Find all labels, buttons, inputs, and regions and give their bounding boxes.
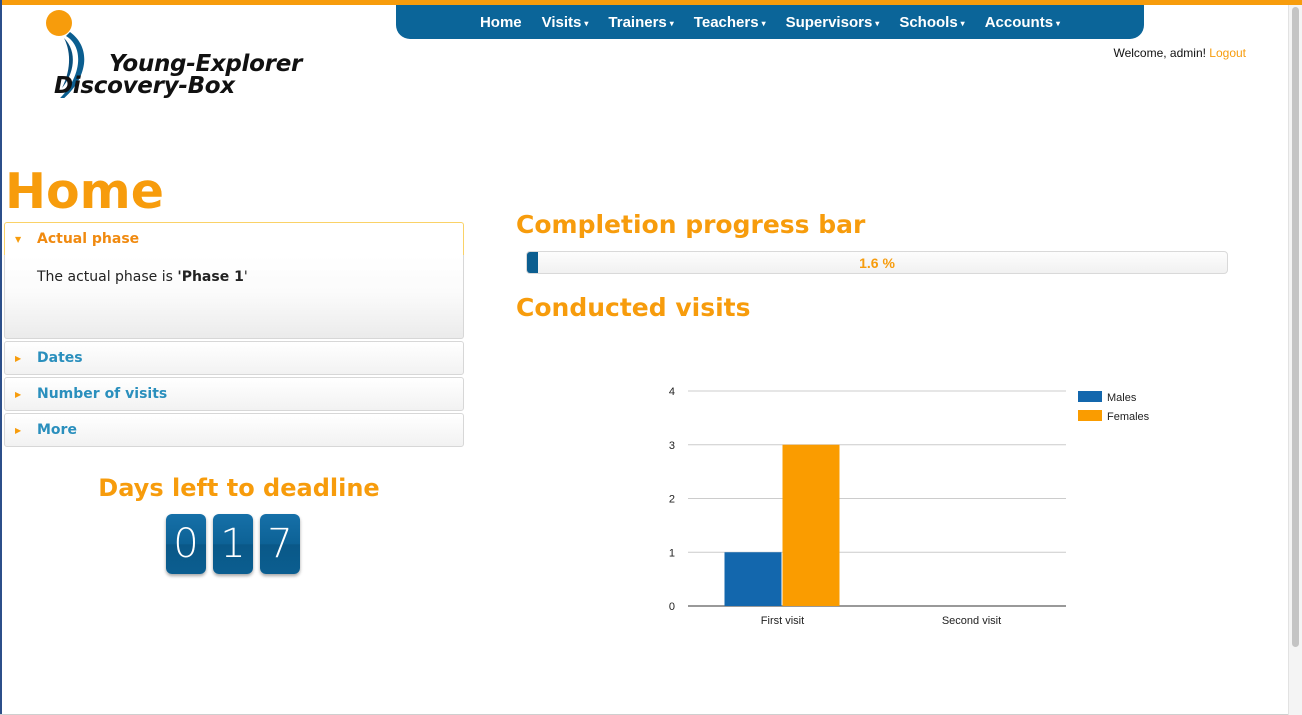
- legend-label: Females: [1107, 411, 1150, 423]
- main-navbar: Home Visits ▾ Trainers ▾ Teachers ▾ Supervi…: [396, 5, 1144, 39]
- nav-visits-label: Visits: [541, 13, 582, 31]
- triangle-right-icon: ▶: [15, 425, 22, 435]
- y-tick-label: 2: [669, 494, 675, 506]
- accordion-header-actual-phase[interactable]: ▼ Actual phase: [4, 222, 464, 255]
- deadline-title: Days left to deadline: [98, 474, 380, 502]
- progress-label: 1.6 %: [859, 254, 895, 271]
- accordion-header-more[interactable]: ▶ More: [4, 413, 464, 447]
- triangle-down-icon: ▼: [15, 234, 22, 244]
- legend-label: Males: [1107, 392, 1137, 404]
- nav-teachers-label: Teachers: [693, 13, 759, 31]
- accordion-panel-actual-phase: The actual phase is 'Phase 1': [4, 255, 464, 339]
- completion-progress-bar: 1.6 %: [526, 251, 1228, 274]
- nav-home[interactable]: Home: [470, 14, 532, 31]
- chevron-down-icon: ▾: [1056, 19, 1061, 28]
- nav-teachers[interactable]: Teachers ▾: [684, 14, 776, 31]
- counter-digit: 0: [166, 514, 206, 574]
- logo-text-line2: Discovery-Box: [54, 73, 235, 99]
- legend-swatch: [1078, 391, 1102, 402]
- nav-accounts-label: Accounts: [984, 13, 1054, 31]
- nav-trainers[interactable]: Trainers ▾: [598, 14, 683, 31]
- progress-title: Completion progress bar: [516, 210, 866, 239]
- phase-value: 'Phase 1: [177, 269, 243, 285]
- accordion-header-dates[interactable]: ▶ Dates: [4, 341, 464, 375]
- y-tick-label: 3: [669, 440, 675, 452]
- chevron-down-icon: ▾: [584, 19, 589, 28]
- visits-title: Conducted visits: [516, 293, 751, 322]
- page-title: Home: [5, 163, 164, 220]
- bar-females: [782, 444, 840, 606]
- accordion-header-number-of-visits[interactable]: ▶ Number of visits: [4, 377, 464, 411]
- deadline-counter: 0 1 7: [166, 514, 300, 574]
- y-tick-label: 0: [669, 601, 675, 613]
- x-tick-label: First visit: [761, 615, 804, 627]
- phase-quote-close: ': [243, 269, 248, 285]
- triangle-right-icon: ▶: [15, 353, 22, 363]
- chevron-down-icon: ▾: [669, 19, 674, 28]
- window-left-edge: [0, 0, 2, 715]
- accordion-label: Actual phase: [37, 231, 140, 247]
- scrollbar-thumb[interactable]: [1292, 7, 1299, 647]
- nav-trainers-label: Trainers: [608, 13, 667, 31]
- x-tick-label: Second visit: [942, 615, 1001, 627]
- info-accordion: ▼ Actual phase The actual phase is 'Phas…: [4, 222, 464, 449]
- welcome-message: Welcome, admin! Logout: [1113, 46, 1246, 60]
- accordion-label: More: [37, 422, 77, 438]
- legend-swatch: [1078, 410, 1102, 421]
- chevron-down-icon: ▾: [761, 19, 766, 28]
- site-logo[interactable]: Young-Explorer Discovery-Box: [40, 8, 350, 100]
- counter-digit: 1: [213, 514, 253, 574]
- accordion-label: Number of visits: [37, 386, 168, 402]
- welcome-text: Welcome, admin!: [1113, 46, 1206, 60]
- nav-supervisors-label: Supervisors: [785, 13, 873, 31]
- nav-schools-label: Schools: [899, 13, 958, 31]
- y-tick-label: 1: [669, 547, 675, 559]
- phase-text: The actual phase is: [37, 269, 178, 285]
- bar-males: [724, 552, 782, 606]
- nav-visits[interactable]: Visits ▾: [532, 14, 599, 31]
- chevron-down-icon: ▾: [960, 19, 965, 28]
- counter-digit: 7: [260, 514, 300, 574]
- phase-name: Phase 1: [181, 269, 244, 285]
- y-tick-label: 4: [669, 386, 675, 398]
- nav-accounts[interactable]: Accounts ▾: [975, 14, 1070, 31]
- conducted-visits-chart: 0 1 2 3 4 First visit Second visit Males Females: [669, 386, 1150, 627]
- logout-link[interactable]: Logout: [1209, 46, 1246, 60]
- nav-home-label: Home: [479, 13, 522, 31]
- chevron-down-icon: ▾: [875, 19, 880, 28]
- nav-schools[interactable]: Schools ▾: [889, 14, 974, 31]
- triangle-right-icon: ▶: [15, 389, 22, 399]
- accordion-label: Dates: [37, 350, 83, 366]
- page-scrollbar[interactable]: [1288, 5, 1302, 715]
- nav-supervisors[interactable]: Supervisors ▾: [776, 14, 890, 31]
